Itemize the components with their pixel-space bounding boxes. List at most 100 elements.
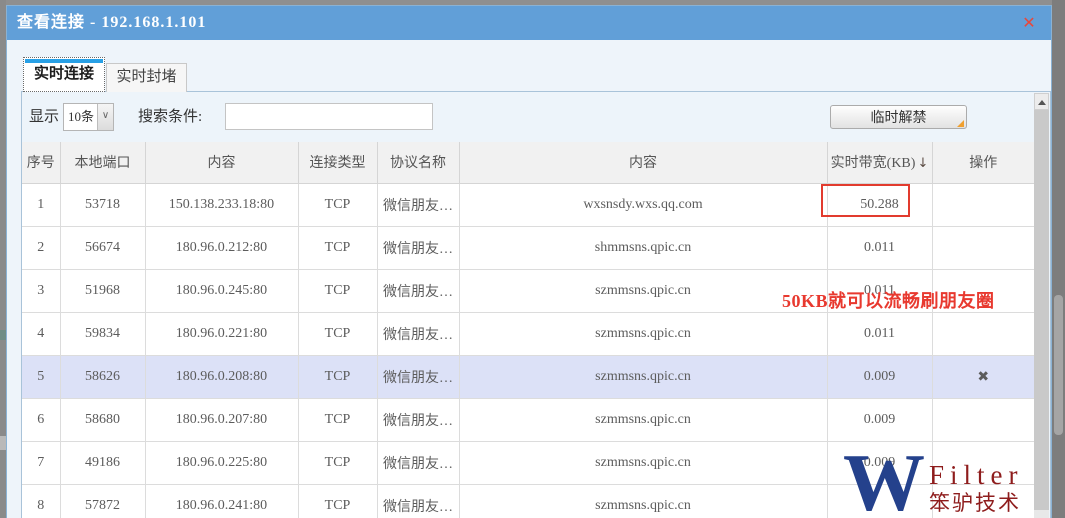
chevron-down-icon[interactable]: ∨	[97, 104, 113, 130]
cell-content: 180.96.0.207:80	[145, 398, 298, 441]
cell-connection-type: TCP	[298, 312, 377, 355]
display-label: 显示	[29, 92, 59, 142]
cell-no: 2	[22, 226, 60, 269]
cell-content: 150.138.233.18:80	[145, 183, 298, 226]
cell-protocol-name: 微信朋友…	[377, 269, 459, 312]
annotation-rectangle	[821, 184, 910, 217]
tab-realtime-blocking[interactable]: 实时封堵	[106, 63, 187, 92]
cell-connection-type: TCP	[298, 269, 377, 312]
cell-connection-type: TCP	[298, 484, 377, 518]
cell-content-2: szmmsns.qpic.cn	[459, 269, 827, 312]
cell-content-2: szmmsns.qpic.cn	[459, 398, 827, 441]
table-row[interactable]: 4 59834 180.96.0.221:80 TCP 微信朋友… szmmsn…	[22, 312, 1034, 355]
button-corner-icon	[957, 120, 964, 127]
column-header-connection-type[interactable]: 连接类型	[298, 142, 377, 183]
cell-content: 180.96.0.208:80	[145, 355, 298, 398]
table-row[interactable]: 5 58626 180.96.0.208:80 TCP 微信朋友… szmmsn…	[22, 355, 1034, 398]
table-header-row: 序号 本地端口 内容 连接类型 协议名称 内容 实时带宽(KB)↓ 操作	[22, 142, 1034, 183]
cell-no: 3	[22, 269, 60, 312]
background-page-scrollbar	[1054, 295, 1063, 435]
cell-local-port: 57872	[60, 484, 145, 518]
cell-connection-type: TCP	[298, 355, 377, 398]
cell-content-2: szmmsns.qpic.cn	[459, 441, 827, 484]
cell-no: 4	[22, 312, 60, 355]
sort-descending-icon: ↓	[917, 156, 928, 171]
column-header-bandwidth[interactable]: 实时带宽(KB)↓	[827, 142, 932, 183]
cell-protocol-name: 微信朋友…	[377, 398, 459, 441]
arrow-up-icon	[1038, 100, 1046, 105]
cell-content: 180.96.0.241:80	[145, 484, 298, 518]
dialog-title: 查看连接 - 192.168.1.101	[7, 6, 1051, 40]
delete-connection-icon[interactable]	[932, 226, 1034, 269]
close-icon[interactable]: ✕	[1020, 14, 1038, 32]
column-header-protocol-name[interactable]: 协议名称	[377, 142, 459, 183]
cell-local-port: 58626	[60, 355, 145, 398]
cell-protocol-name: 微信朋友…	[377, 484, 459, 518]
cell-connection-type: TCP	[298, 226, 377, 269]
cell-local-port: 58680	[60, 398, 145, 441]
cell-content: 180.96.0.225:80	[145, 441, 298, 484]
cell-bandwidth: 0.011	[827, 312, 932, 355]
temporary-unban-label: 临时解禁	[871, 111, 927, 126]
cell-content-2: szmmsns.qpic.cn	[459, 312, 827, 355]
cell-content: 180.96.0.221:80	[145, 312, 298, 355]
wfilter-watermark: W Filter 笨驴技术	[843, 448, 1024, 518]
search-label: 搜索条件:	[138, 92, 202, 142]
cell-local-port: 51968	[60, 269, 145, 312]
table-row[interactable]: 2 56674 180.96.0.212:80 TCP 微信朋友… shmmsn…	[22, 226, 1034, 269]
scrollbar-up-button[interactable]	[1034, 93, 1049, 110]
toolbar: 显示 10条 ∨ 搜索条件: 临时解禁	[22, 92, 1050, 142]
table-row[interactable]: 6 58680 180.96.0.207:80 TCP 微信朋友… szmmsn…	[22, 398, 1034, 441]
cell-local-port: 53718	[60, 183, 145, 226]
cell-local-port: 49186	[60, 441, 145, 484]
delete-connection-icon[interactable]: ✖	[932, 355, 1034, 398]
cell-bandwidth: 0.009	[827, 398, 932, 441]
cell-local-port: 56674	[60, 226, 145, 269]
search-input[interactable]	[225, 103, 433, 130]
column-header-no[interactable]: 序号	[22, 142, 60, 183]
cell-content-2: shmmsns.qpic.cn	[459, 226, 827, 269]
cell-no: 6	[22, 398, 60, 441]
page-size-select[interactable]: 10条 ∨	[63, 103, 114, 131]
column-header-local-port[interactable]: 本地端口	[60, 142, 145, 183]
scrollbar-thumb[interactable]	[1034, 110, 1049, 510]
cell-connection-type: TCP	[298, 441, 377, 484]
cell-no: 1	[22, 183, 60, 226]
delete-connection-icon[interactable]	[932, 312, 1034, 355]
cell-protocol-name: 微信朋友…	[377, 226, 459, 269]
page-size-value: 10条	[64, 104, 98, 130]
delete-connection-icon[interactable]	[932, 398, 1034, 441]
cell-connection-type: TCP	[298, 398, 377, 441]
cell-content: 180.96.0.245:80	[145, 269, 298, 312]
cell-content-2: wxsnsdy.wxs.qq.com	[459, 183, 827, 226]
cell-content-2: szmmsns.qpic.cn	[459, 355, 827, 398]
tab-realtime-connections[interactable]: 实时连接	[23, 57, 105, 92]
cell-content-2: szmmsns.qpic.cn	[459, 484, 827, 518]
table-scrollbar[interactable]	[1034, 93, 1049, 518]
delete-connection-icon[interactable]	[932, 183, 1034, 226]
active-tab-accent-bar	[25, 59, 103, 63]
tab-label: 实时连接	[34, 66, 94, 82]
annotation-note: 50KB就可以流畅刷朋友圈	[782, 287, 995, 313]
bandwidth-header-label: 实时带宽(KB)	[831, 156, 916, 171]
cell-content: 180.96.0.212:80	[145, 226, 298, 269]
cell-protocol-name: 微信朋友…	[377, 183, 459, 226]
temporary-unban-button[interactable]: 临时解禁	[830, 105, 967, 129]
cell-no: 8	[22, 484, 60, 518]
dialog-titlebar: 查看连接 - 192.168.1.101 ✕	[7, 6, 1051, 40]
cell-bandwidth: 0.009	[827, 355, 932, 398]
watermark-brand-name: Filter	[929, 460, 1024, 490]
wfilter-logo-icon: W	[843, 448, 925, 518]
column-header-content[interactable]: 内容	[145, 142, 298, 183]
cell-bandwidth: 0.011	[827, 226, 932, 269]
cell-protocol-name: 微信朋友…	[377, 355, 459, 398]
cell-local-port: 59834	[60, 312, 145, 355]
column-header-operation[interactable]: 操作	[932, 142, 1034, 183]
column-header-content-2[interactable]: 内容	[459, 142, 827, 183]
cell-connection-type: TCP	[298, 183, 377, 226]
cell-protocol-name: 微信朋友…	[377, 441, 459, 484]
tab-label: 实时封堵	[116, 69, 176, 85]
cell-no: 5	[22, 355, 60, 398]
background-right-strip	[1052, 0, 1065, 518]
cell-protocol-name: 微信朋友…	[377, 312, 459, 355]
